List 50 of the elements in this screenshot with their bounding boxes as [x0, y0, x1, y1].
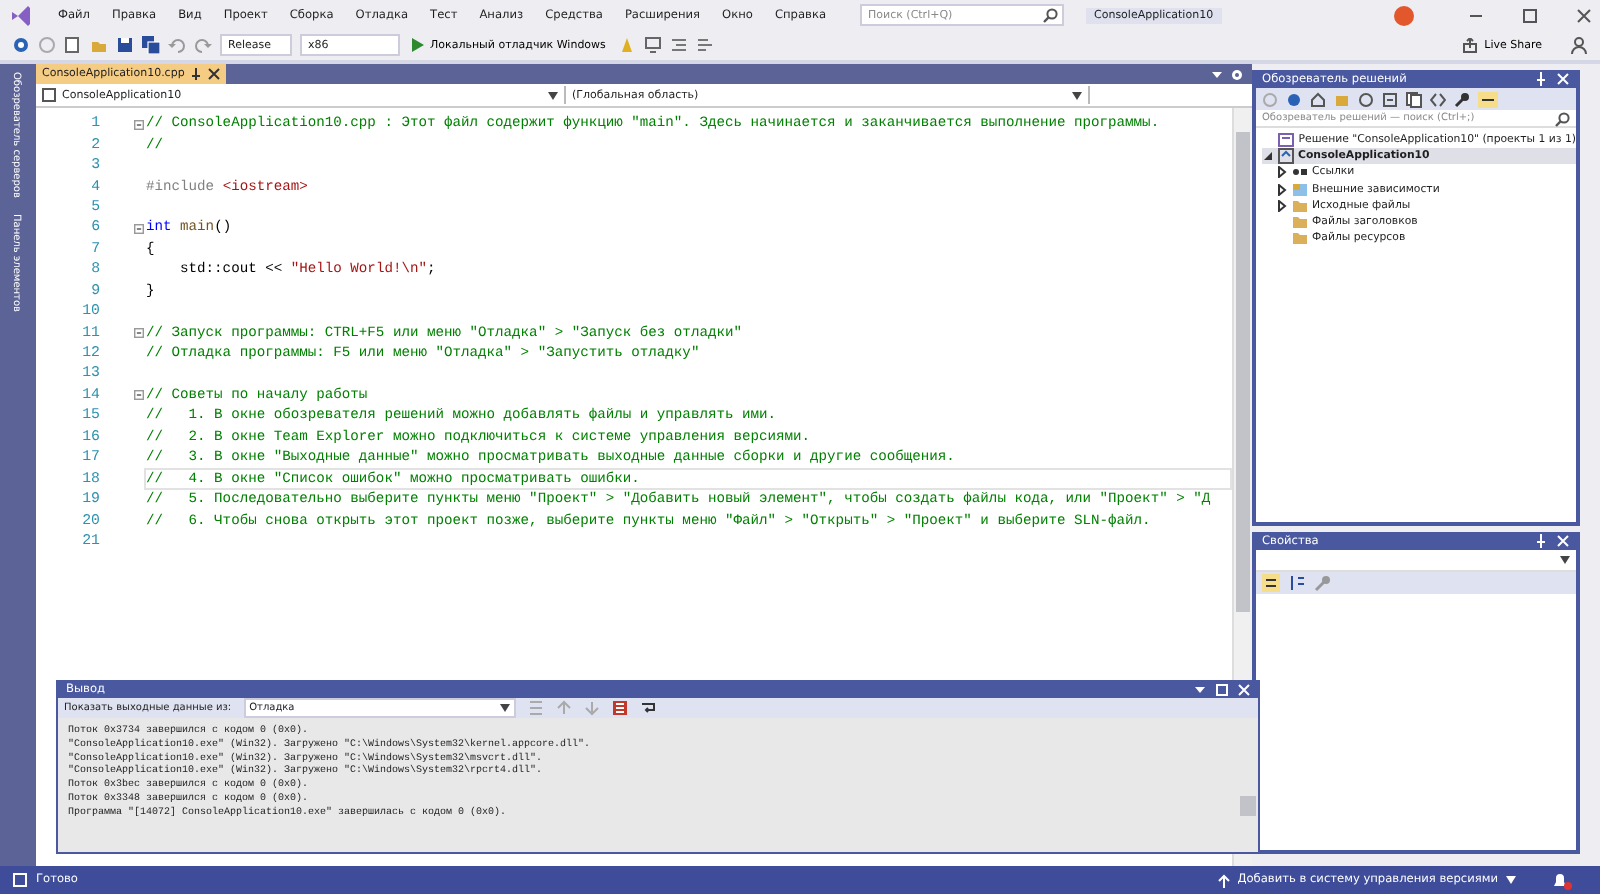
- dependencies-icon: [1292, 181, 1308, 198]
- caret-icon: [1506, 876, 1516, 884]
- collapsed-arrow-icon[interactable]: [1276, 199, 1288, 212]
- wrench-icon[interactable]: [1454, 91, 1470, 107]
- categorized-icon[interactable]: [1262, 574, 1280, 592]
- scrollbar-thumb[interactable]: [1236, 132, 1250, 612]
- clear-all-icon[interactable]: [611, 700, 628, 716]
- caret-icon: [548, 91, 558, 99]
- preview-icon[interactable]: [1478, 91, 1498, 107]
- dropdown-icon[interactable]: [1210, 68, 1224, 80]
- code-view-icon[interactable]: [1430, 91, 1446, 107]
- play-icon: [412, 38, 424, 52]
- collapse-all-icon[interactable]: [1382, 91, 1398, 107]
- avatar-icon[interactable]: [1394, 5, 1414, 25]
- caret-icon: [499, 704, 510, 712]
- project-icon: [1278, 148, 1294, 165]
- bell-icon[interactable]: [1552, 871, 1572, 889]
- close-icon[interactable]: [208, 68, 221, 80]
- alphabetical-icon[interactable]: [1288, 574, 1306, 592]
- comment-icon[interactable]: [695, 36, 714, 54]
- collapsed-arrow-icon[interactable]: [1276, 183, 1288, 196]
- collapse-icon[interactable]: [134, 117, 144, 132]
- search-icon: [1042, 7, 1058, 23]
- close-icon[interactable]: [1576, 7, 1592, 23]
- share-icon: [1462, 37, 1479, 53]
- pin-icon[interactable]: [190, 68, 203, 80]
- project-icon: [42, 88, 56, 102]
- collapsed-arrow-icon[interactable]: [1276, 166, 1288, 179]
- new-item-icon[interactable]: [64, 36, 82, 54]
- logo-icon[interactable]: [8, 3, 32, 27]
- status-icon: [12, 872, 28, 888]
- screen-icon[interactable]: [643, 36, 662, 54]
- collapse-icon[interactable]: [134, 221, 144, 236]
- home-icon[interactable]: [1310, 91, 1326, 107]
- search-icon: [1554, 111, 1570, 127]
- caret-icon: [1072, 91, 1082, 99]
- save-all-icon[interactable]: [142, 36, 160, 54]
- references-icon: [1292, 164, 1308, 181]
- word-wrap-icon[interactable]: [639, 700, 656, 716]
- collapse-icon[interactable]: [134, 388, 144, 403]
- solution-icon: [1278, 132, 1295, 149]
- collapse-icon[interactable]: [134, 326, 144, 341]
- up-arrow-icon: [1217, 873, 1230, 887]
- indent-icon[interactable]: [669, 36, 688, 54]
- maximize-icon[interactable]: [1522, 7, 1538, 23]
- save-icon[interactable]: [116, 36, 134, 54]
- expanded-arrow-icon[interactable]: [1262, 150, 1274, 163]
- person-icon[interactable]: [1570, 36, 1588, 54]
- caret-icon: [1560, 556, 1570, 564]
- files-icon[interactable]: [1406, 91, 1422, 107]
